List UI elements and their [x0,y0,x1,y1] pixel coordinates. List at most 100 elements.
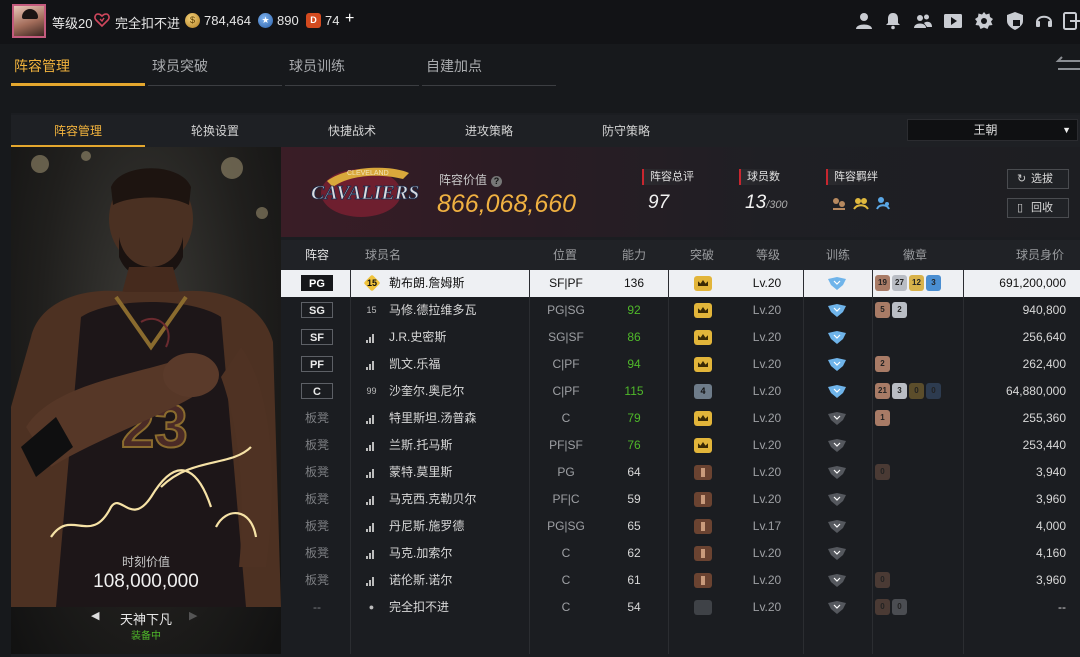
slot-badge[interactable]: SF [301,329,333,345]
training-icon[interactable] [828,547,846,560]
pick-button[interactable]: ↻ 选拔 [1007,169,1069,189]
video-icon[interactable] [944,12,962,30]
bell-icon[interactable] [884,12,902,30]
player-name[interactable]: 沙奎尔.奥尼尔 [389,378,464,405]
player-name[interactable]: J.R.史密斯 [389,324,446,351]
badge-icon[interactable]: 0 [892,599,907,615]
breakthrough-icon[interactable]: 4 [694,384,712,399]
badge-icon[interactable]: 2 [892,302,907,318]
table-row[interactable]: 板凳 诺伦斯.诺尔 C 61 Lv.20 0 3,960 [281,567,1080,594]
subtab-rotation[interactable]: 轮换设置 [148,115,282,147]
player-name[interactable]: 蒙特.莫里斯 [389,459,452,486]
badge-icon[interactable]: 19 [875,275,890,291]
headset-icon[interactable] [1035,12,1053,30]
breakthrough-icon[interactable] [694,465,712,480]
tab-lineup[interactable]: 阵容管理 [11,56,146,86]
table-row[interactable]: 板凳 特里斯坦.汤普森 C 79 Lv.20 1 255,360 [281,405,1080,432]
breakthrough-icon[interactable] [694,330,712,345]
player-name[interactable]: 丹尼斯.施罗德 [389,513,464,540]
subtab-quick-tactics[interactable]: 快捷战术 [285,115,419,147]
breakthrough-icon[interactable] [694,546,712,561]
recycle-button[interactable]: ▯ 回收 [1007,198,1069,218]
slot-badge[interactable]: C [301,383,333,399]
training-icon[interactable] [828,520,846,533]
training-icon[interactable] [828,439,846,452]
badge-icon[interactable]: 0 [909,383,924,399]
player-name[interactable]: 完全扣不进 [389,594,449,621]
training-icon[interactable] [828,412,846,425]
breakthrough-icon[interactable] [694,519,712,534]
badge-icon[interactable]: 3 [892,383,907,399]
table-row[interactable]: PG 15 勒布朗.詹姆斯 SF|PF 136 Lv.20 19 27 12 3 691,200,0… [281,270,1080,297]
player-name[interactable]: 马克西.克勒贝尔 [389,486,476,513]
badge-icon[interactable]: 12 [909,275,924,291]
help-icon[interactable]: ? [491,176,503,187]
breakthrough-icon[interactable] [694,411,712,426]
badge-icon[interactable]: 0 [875,599,890,615]
player-card[interactable]: 23 时刻价值 108,000,000 ◀ 天神下凡 ▶ 装备中 [11,147,281,654]
breakthrough-icon[interactable] [694,600,712,615]
player-name[interactable]: 马克.加索尔 [389,540,452,567]
subtab-defense[interactable]: 防守策略 [559,115,693,147]
badge-icon[interactable]: 27 [892,275,907,291]
player-name[interactable]: 凯文.乐福 [389,351,440,378]
slot-badge[interactable]: PG [301,275,333,291]
back-arrow-icon[interactable] [1052,56,1080,74]
table-row[interactable]: 板凳 马克西.克勒贝尔 PF|C 59 Lv.20 3,960 [281,486,1080,513]
table-row[interactable]: SF J.R.史密斯 SG|SF 86 Lv.20 256,640 [281,324,1080,351]
player-name[interactable]: 马修.德拉维多瓦 [389,297,476,324]
team-select[interactable]: 王朝 ▼ [907,119,1078,141]
player-name[interactable]: 特里斯坦.汤普森 [389,405,476,432]
chemistry-gold-icon[interactable] [853,195,869,211]
player-name[interactable]: 诺伦斯.诺尔 [389,567,452,594]
friends-icon[interactable] [914,12,932,30]
profile-icon[interactable] [855,12,873,30]
slot-badge[interactable]: PF [301,356,333,372]
training-icon[interactable] [828,277,846,290]
training-icon[interactable] [828,358,846,371]
slot-badge[interactable]: SG [301,302,333,318]
badge-icon[interactable]: 0 [926,383,941,399]
player-name[interactable]: 兰斯.托马斯 [389,432,452,459]
badge-icon[interactable]: 3 [926,275,941,291]
training-icon[interactable] [828,493,846,506]
table-row[interactable]: PF 凯文.乐福 C|PF 94 Lv.20 2 262,400 [281,351,1080,378]
next-card-button[interactable]: ▶ [189,609,197,622]
shield-lock-icon[interactable] [1006,12,1024,30]
table-row[interactable]: 板凳 兰斯.托马斯 PF|SF 76 Lv.20 253,440 [281,432,1080,459]
chemistry-blue-icon[interactable] [875,195,891,211]
badge-icon[interactable]: 0 [875,464,890,480]
breakthrough-icon[interactable] [694,573,712,588]
training-icon[interactable] [828,601,846,614]
table-row[interactable]: 板凳 马克.加索尔 C 62 Lv.20 4,160 [281,540,1080,567]
subtab-offense[interactable]: 进攻策略 [422,115,556,147]
subtab-lineup[interactable]: 阵容管理 [11,115,145,147]
table-row[interactable]: C 99 沙奎尔.奥尼尔 C|PF 115 4 Lv.20 21 3 0 0 64,880,000 [281,378,1080,405]
tab-custom-attributes[interactable]: 自建加点 [422,56,557,86]
breakthrough-icon[interactable] [694,303,712,318]
training-icon[interactable] [828,466,846,479]
table-row[interactable]: SG 15 马修.德拉维多瓦 PG|SG 92 Lv.20 5 2 940,800 [281,297,1080,324]
gear-icon[interactable] [975,12,993,30]
training-icon[interactable] [828,574,846,587]
breakthrough-icon[interactable] [694,276,712,291]
breakthrough-icon[interactable] [694,492,712,507]
badge-icon[interactable]: 2 [875,356,890,372]
badge-icon[interactable]: 5 [875,302,890,318]
table-row[interactable]: 板凳 蒙特.莫里斯 PG 64 Lv.20 0 3,940 [281,459,1080,486]
table-row[interactable]: -- ● 完全扣不进 C 54 Lv.20 0 0 -- [281,594,1080,621]
chemistry-bronze-icon[interactable] [831,195,847,211]
badge-icon[interactable]: 0 [875,572,890,588]
tab-breakthrough[interactable]: 球员突破 [148,56,283,86]
add-currency-button[interactable]: + [345,10,354,28]
player-name[interactable]: 勒布朗.詹姆斯 [389,270,464,297]
badge-icon[interactable]: 21 [875,383,890,399]
exit-icon[interactable] [1063,12,1080,30]
training-icon[interactable] [828,331,846,344]
breakthrough-icon[interactable] [694,357,712,372]
badge-icon[interactable]: 1 [875,410,890,426]
breakthrough-icon[interactable] [694,438,712,453]
table-row[interactable]: 板凳 丹尼斯.施罗德 PG|SG 65 Lv.17 4,000 [281,513,1080,540]
training-icon[interactable] [828,304,846,317]
training-icon[interactable] [828,385,846,398]
